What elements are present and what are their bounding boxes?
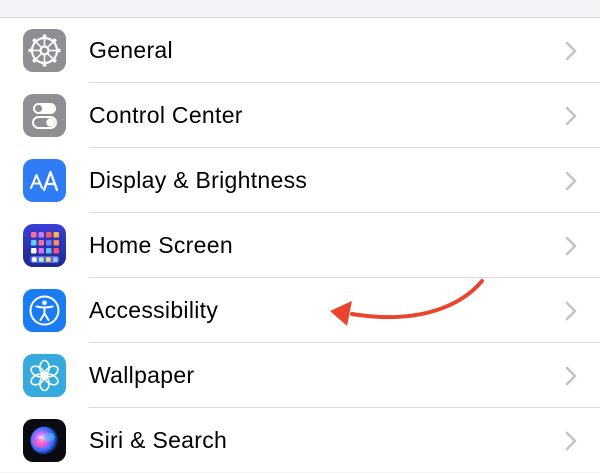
chevron-right-icon <box>565 301 577 321</box>
accessibility-person-icon <box>23 289 66 332</box>
chevron-right-icon <box>565 366 577 386</box>
settings-row-wallpaper[interactable]: Wallpaper <box>0 343 600 408</box>
text-size-icon <box>23 159 66 202</box>
settings-row-display-brightness[interactable]: Display & Brightness <box>0 148 600 213</box>
siri-icon <box>23 419 66 462</box>
top-separator-area <box>0 0 600 18</box>
settings-row-home-screen[interactable]: Home Screen <box>0 213 600 278</box>
chevron-right-icon <box>565 236 577 256</box>
settings-row-label: Home Screen <box>89 232 233 258</box>
settings-row-accessibility[interactable]: Accessibility <box>0 278 600 343</box>
flower-icon <box>23 354 66 397</box>
settings-row-label: Control Center <box>89 102 243 128</box>
chevron-right-icon <box>565 431 577 451</box>
settings-row-label: General <box>89 37 173 63</box>
settings-row-label: Accessibility <box>89 297 219 323</box>
chevron-right-icon <box>565 171 577 191</box>
chevron-right-icon <box>565 41 577 61</box>
gear-icon <box>23 29 66 72</box>
settings-row-label: Display & Brightness <box>89 167 308 193</box>
settings-list: General Control Center Display & Brightn… <box>0 18 600 472</box>
toggle-switches-icon <box>23 94 66 137</box>
app-grid-icon <box>23 224 66 267</box>
settings-row-siri-search[interactable]: Siri & Search <box>0 408 600 473</box>
settings-row-label: Wallpaper <box>89 362 195 388</box>
settings-row-label: Siri & Search <box>89 427 228 453</box>
chevron-right-icon <box>565 106 577 126</box>
settings-row-general[interactable]: General <box>0 18 600 83</box>
settings-row-control-center[interactable]: Control Center <box>0 83 600 148</box>
